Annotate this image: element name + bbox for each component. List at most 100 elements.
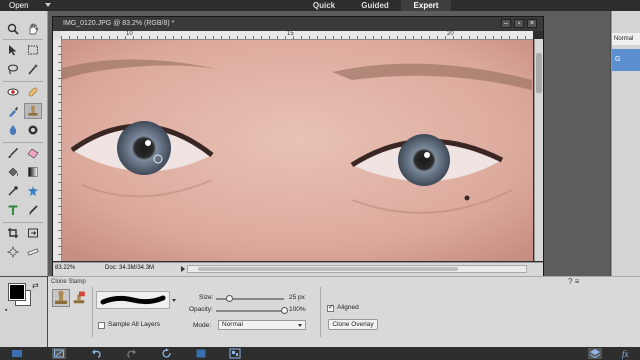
gradient-icon[interactable] (24, 164, 42, 180)
document-window: IMG_0120.JPG @ 83.2% (RGB/8) * – ▫ × 10 … (52, 16, 544, 277)
lasso-icon[interactable] (4, 61, 22, 77)
clone-stamp-icon[interactable] (24, 103, 42, 119)
tab-quick[interactable]: Quick (300, 0, 348, 11)
image-canvas[interactable] (62, 40, 533, 261)
layer-item[interactable]: G (612, 49, 640, 71)
eraser-icon[interactable] (24, 145, 42, 161)
options-divider (320, 287, 321, 337)
hand-icon[interactable] (24, 21, 42, 37)
blend-mode-select[interactable]: Normal (612, 33, 640, 45)
minimize-icon[interactable]: – (501, 19, 511, 28)
status-bar: 83.22% Doc: 34.3M/34.3M (53, 262, 543, 276)
clone-stamp-icon (55, 290, 67, 304)
zoom-level[interactable]: 83.22% (55, 265, 75, 271)
close-icon[interactable]: × (527, 19, 537, 28)
layers-icon (589, 349, 601, 359)
ruler-label: 20 (447, 31, 454, 37)
opacity-slider-track[interactable] (216, 310, 284, 312)
size-slider-knob[interactable] (226, 295, 234, 302)
sample-all-layers-checkbox[interactable] (98, 322, 105, 329)
paint-bucket-icon[interactable] (4, 164, 22, 180)
document-size: Doc: 34.3M/34.3M (105, 265, 155, 271)
marquee-icon[interactable] (24, 42, 42, 58)
toolbox-divider (3, 142, 43, 143)
redo-button[interactable] (124, 348, 138, 359)
horizontal-scrollbar-thumb[interactable] (198, 267, 458, 271)
fx-icon: fx (622, 349, 629, 359)
toolbox-divider (3, 222, 43, 223)
size-value[interactable]: 25 px (289, 294, 305, 301)
horizontal-scrollbar[interactable] (187, 265, 527, 273)
mode-select[interactable]: Normal (218, 320, 306, 330)
toolbox-divider (3, 81, 43, 82)
mode-label: Mode: (193, 322, 212, 329)
recompose-icon[interactable] (24, 225, 42, 241)
restore-icon[interactable]: ▫ (514, 19, 524, 28)
open-button[interactable]: Open (9, 0, 29, 11)
photo-bin-button[interactable] (10, 348, 24, 359)
ruler-label: 15 (287, 31, 294, 37)
clone-stamp-mode-button[interactable] (52, 289, 70, 307)
custom-shape-icon[interactable] (24, 183, 42, 199)
toolbox (0, 11, 48, 276)
type-icon[interactable] (4, 202, 22, 218)
swap-colors-icon[interactable]: ⇄ (32, 281, 39, 290)
smart-brush-icon[interactable] (4, 103, 22, 119)
move-icon[interactable] (4, 42, 22, 58)
vertical-scrollbar-thumb[interactable] (536, 53, 542, 93)
rotate-icon (162, 348, 171, 358)
tab-expert[interactable]: Expert (401, 0, 451, 11)
layout-button[interactable] (194, 348, 208, 359)
tool-options-bar: Clone Stamp ? ≡ Sample All Layers Size: … (48, 276, 640, 348)
reset-colors-icon[interactable]: ▪ (5, 307, 13, 315)
undo-button[interactable] (90, 348, 104, 359)
effects-panel-button[interactable]: fx (620, 348, 634, 359)
help-icon[interactable]: ? (568, 277, 572, 286)
face-photo (62, 40, 533, 261)
magic-wand-icon[interactable] (24, 61, 42, 77)
red-eye-icon[interactable] (4, 84, 22, 100)
options-menu-icon[interactable]: ≡ (575, 277, 580, 286)
tool-name-label: Clone Stamp (51, 279, 86, 285)
size-label: Size: (199, 294, 214, 301)
spot-healing-icon[interactable] (24, 84, 42, 100)
sponge-icon[interactable] (24, 122, 42, 138)
brush-icon[interactable] (4, 145, 22, 161)
clone-overlay-button[interactable]: Clone Overlay (328, 319, 378, 330)
opacity-slider-knob[interactable] (280, 307, 288, 314)
crop-icon[interactable] (4, 225, 22, 241)
foreground-color-swatch[interactable] (8, 283, 26, 301)
tool-options-button[interactable] (52, 348, 66, 359)
options-divider (92, 287, 93, 337)
blur-icon[interactable] (4, 122, 22, 138)
pencil-icon[interactable] (24, 202, 42, 218)
opacity-value[interactable]: 100% (289, 306, 306, 313)
options-controls: ? ≡ (568, 277, 579, 286)
layers-panel-button[interactable] (588, 348, 602, 359)
layers-panel: Normal G (611, 11, 640, 276)
eyedropper-icon[interactable] (4, 183, 22, 199)
content-aware-move-icon[interactable] (4, 244, 22, 260)
svg-text:fx: fx (622, 349, 629, 359)
status-menu-icon[interactable] (181, 266, 185, 272)
aligned-label: Aligned (337, 304, 359, 311)
bottom-taskbar: fx (0, 347, 640, 360)
sample-all-layers-label: Sample All Layers (108, 321, 161, 328)
pattern-stamp-button[interactable] (72, 291, 86, 305)
straighten-icon[interactable] (24, 244, 42, 260)
organizer-button[interactable] (228, 348, 242, 359)
brush-preset-dropdown-icon[interactable] (172, 299, 176, 302)
document-title: IMG_0120.JPG @ 83.2% (RGB/8) * (63, 20, 175, 27)
organizer-icon (229, 348, 241, 359)
redo-icon (127, 349, 136, 358)
toolbox-divider (3, 39, 43, 40)
ruler-label: 10 (126, 31, 133, 37)
tab-guided[interactable]: Guided (350, 0, 400, 11)
rotate-button[interactable] (160, 348, 174, 359)
document-title-bar[interactable]: IMG_0120.JPG @ 83.2% (RGB/8) * – ▫ × (53, 17, 543, 31)
vertical-scrollbar[interactable] (534, 39, 543, 261)
zoom-icon[interactable] (4, 21, 22, 37)
aligned-checkbox[interactable] (327, 303, 334, 312)
brush-preset-picker[interactable] (96, 291, 170, 309)
open-dropdown-icon[interactable] (45, 3, 51, 7)
